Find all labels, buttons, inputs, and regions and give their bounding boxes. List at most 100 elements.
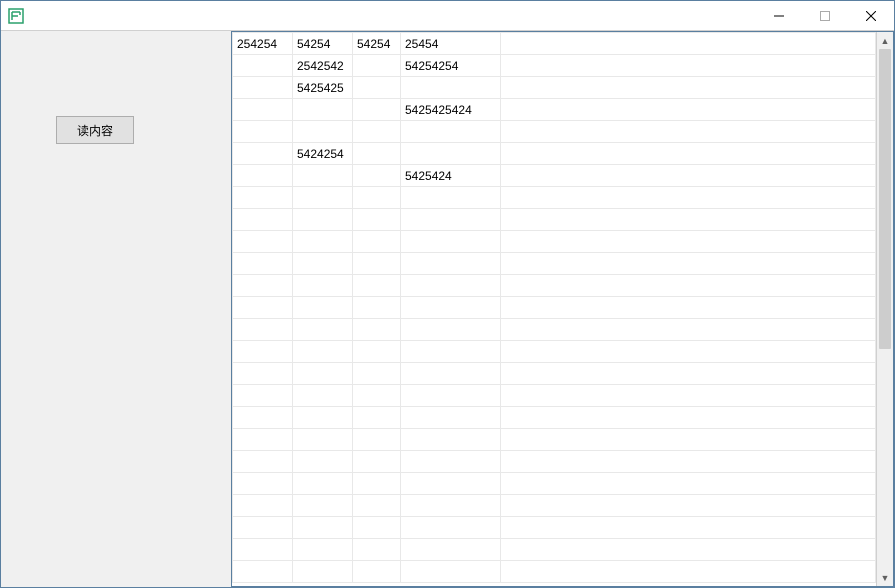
- table-cell[interactable]: [501, 341, 876, 363]
- table-cell[interactable]: [353, 99, 401, 121]
- table-cell[interactable]: [293, 341, 353, 363]
- table-cell[interactable]: [353, 297, 401, 319]
- table-cell[interactable]: [401, 517, 501, 539]
- table-cell[interactable]: [501, 495, 876, 517]
- table-cell[interactable]: 5425424: [401, 165, 501, 187]
- table-cell[interactable]: [501, 231, 876, 253]
- table-cell[interactable]: 254254: [233, 33, 293, 55]
- table-cell[interactable]: [293, 187, 353, 209]
- table-cell[interactable]: [501, 77, 876, 99]
- table-cell[interactable]: [233, 539, 293, 561]
- table-cell[interactable]: [501, 385, 876, 407]
- table-cell[interactable]: [353, 55, 401, 77]
- table-row[interactable]: [233, 121, 876, 143]
- table-row[interactable]: [233, 561, 876, 583]
- table-cell[interactable]: [233, 209, 293, 231]
- table-cell[interactable]: [293, 561, 353, 583]
- table-cell[interactable]: [233, 143, 293, 165]
- scroll-down-icon[interactable]: ▼: [877, 569, 893, 586]
- table-cell[interactable]: 5425425: [293, 77, 353, 99]
- table-cell[interactable]: [501, 33, 876, 55]
- table-cell[interactable]: [233, 451, 293, 473]
- scroll-up-icon[interactable]: ▲: [877, 32, 893, 49]
- table-cell[interactable]: [293, 319, 353, 341]
- table-cell[interactable]: [401, 495, 501, 517]
- table-row[interactable]: 5425424: [233, 165, 876, 187]
- table-cell[interactable]: [233, 275, 293, 297]
- table-cell[interactable]: [501, 451, 876, 473]
- table-cell[interactable]: [501, 275, 876, 297]
- table-cell[interactable]: [353, 209, 401, 231]
- table-cell[interactable]: [401, 539, 501, 561]
- table-cell[interactable]: [401, 297, 501, 319]
- table-cell[interactable]: [293, 517, 353, 539]
- table-row[interactable]: 254254254254254: [233, 55, 876, 77]
- table-cell[interactable]: [353, 319, 401, 341]
- table-cell[interactable]: [353, 451, 401, 473]
- table-row[interactable]: [233, 319, 876, 341]
- table-cell[interactable]: [401, 319, 501, 341]
- table-row[interactable]: [233, 473, 876, 495]
- table-row[interactable]: [233, 517, 876, 539]
- table-cell[interactable]: [353, 143, 401, 165]
- table-cell[interactable]: [353, 407, 401, 429]
- table-cell[interactable]: [233, 495, 293, 517]
- scroll-thumb[interactable]: [879, 49, 891, 349]
- table-cell[interactable]: [353, 429, 401, 451]
- table-cell[interactable]: [233, 165, 293, 187]
- table-cell[interactable]: [501, 297, 876, 319]
- table-row[interactable]: [233, 341, 876, 363]
- table-row[interactable]: [233, 231, 876, 253]
- table-cell[interactable]: [293, 473, 353, 495]
- table-row[interactable]: 5425425: [233, 77, 876, 99]
- table-cell[interactable]: [501, 99, 876, 121]
- table-cell[interactable]: [233, 319, 293, 341]
- table-cell[interactable]: [401, 187, 501, 209]
- table-cell[interactable]: [233, 231, 293, 253]
- table-cell[interactable]: [353, 121, 401, 143]
- table-cell[interactable]: [501, 209, 876, 231]
- table-row[interactable]: [233, 297, 876, 319]
- data-grid[interactable]: 2542545425454254254542542542542542545425…: [232, 32, 876, 583]
- table-cell[interactable]: [233, 297, 293, 319]
- table-cell[interactable]: [401, 143, 501, 165]
- table-cell[interactable]: [401, 77, 501, 99]
- table-row[interactable]: [233, 451, 876, 473]
- table-row[interactable]: [233, 275, 876, 297]
- table-cell[interactable]: [501, 55, 876, 77]
- table-cell[interactable]: [293, 165, 353, 187]
- table-cell[interactable]: [293, 99, 353, 121]
- table-cell[interactable]: [293, 253, 353, 275]
- table-cell[interactable]: [501, 143, 876, 165]
- table-cell[interactable]: [501, 187, 876, 209]
- table-cell[interactable]: [353, 253, 401, 275]
- table-cell[interactable]: [293, 407, 353, 429]
- table-cell[interactable]: [401, 121, 501, 143]
- table-cell[interactable]: [353, 495, 401, 517]
- table-row[interactable]: [233, 429, 876, 451]
- table-cell[interactable]: [293, 429, 353, 451]
- table-cell[interactable]: [501, 363, 876, 385]
- table-cell[interactable]: [401, 231, 501, 253]
- table-cell[interactable]: [353, 517, 401, 539]
- table-cell[interactable]: [353, 187, 401, 209]
- table-cell[interactable]: [401, 451, 501, 473]
- table-cell[interactable]: 54254: [353, 33, 401, 55]
- table-cell[interactable]: [401, 363, 501, 385]
- table-cell[interactable]: [233, 341, 293, 363]
- table-cell[interactable]: [401, 385, 501, 407]
- table-cell[interactable]: [293, 539, 353, 561]
- table-cell[interactable]: [293, 209, 353, 231]
- table-cell[interactable]: 54254: [293, 33, 353, 55]
- table-cell[interactable]: [401, 473, 501, 495]
- table-cell[interactable]: [401, 209, 501, 231]
- table-row[interactable]: [233, 209, 876, 231]
- table-cell[interactable]: [233, 561, 293, 583]
- table-cell[interactable]: [353, 165, 401, 187]
- table-row[interactable]: 5424254: [233, 143, 876, 165]
- maximize-button[interactable]: [802, 1, 848, 30]
- table-cell[interactable]: [233, 385, 293, 407]
- table-cell[interactable]: 25454: [401, 33, 501, 55]
- table-cell[interactable]: [353, 341, 401, 363]
- table-cell[interactable]: [233, 121, 293, 143]
